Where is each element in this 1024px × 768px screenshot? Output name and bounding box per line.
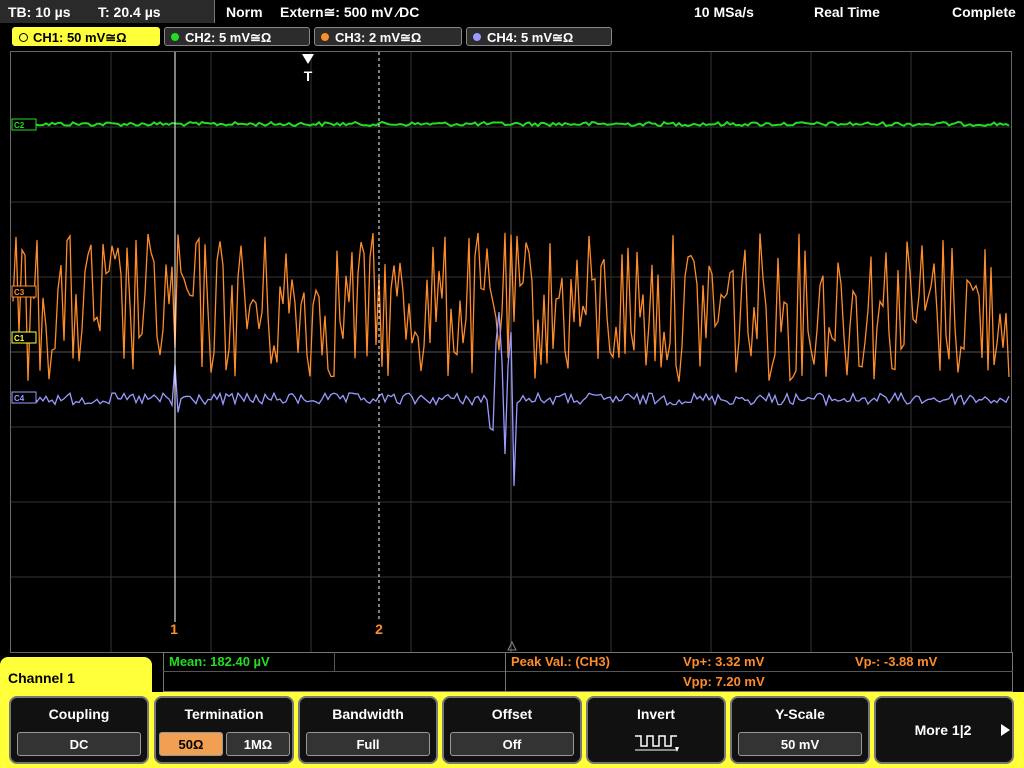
trigger-marker-icon[interactable] xyxy=(302,54,314,64)
ch2-dot-icon xyxy=(171,33,179,41)
tab-ch2-label: CH2: 5 mV≅Ω xyxy=(185,30,272,45)
invert-waveform-icon xyxy=(635,735,679,752)
waveform-display[interactable]: T 1 2 C2 C3 C1 C4 xyxy=(10,51,1012,653)
ch3-dot-icon xyxy=(321,33,329,41)
peak-value-title[interactable]: Peak Val.: (CH3) xyxy=(511,654,610,669)
tab-ch4[interactable]: CH4: 5 mV≅Ω xyxy=(466,27,612,46)
arrow-right-icon xyxy=(1001,724,1010,736)
termination-1mohm-option[interactable]: 1MΩ xyxy=(226,732,290,756)
acquisition-mode: Real Time xyxy=(814,4,880,20)
ch3-marker[interactable]: C3 xyxy=(11,285,37,298)
center-marker-icon xyxy=(507,640,517,651)
bandwidth-value[interactable]: Full xyxy=(306,732,430,756)
panel-title: Channel 1 xyxy=(0,657,152,697)
tab-ch3-label: CH3: 2 mV≅Ω xyxy=(335,30,422,45)
ch3-marker-label: C3 xyxy=(14,288,25,297)
yscale-softkey[interactable]: Y-Scale 50 mV xyxy=(730,696,870,764)
tab-ch1[interactable]: CH1: 50 mV≅Ω xyxy=(12,27,160,46)
coupling-softkey[interactable]: Coupling DC xyxy=(9,696,149,764)
coupling-value[interactable]: DC xyxy=(17,732,141,756)
timebase-readout[interactable]: TB: 10 µs xyxy=(8,0,71,24)
tab-ch2[interactable]: CH2: 5 mV≅Ω xyxy=(164,27,310,46)
softkey-bar: Coupling DC Termination 50Ω 1MΩ Bandwidt… xyxy=(0,692,1024,768)
acquisition-status: Complete xyxy=(952,4,1016,20)
trigger-position-readout[interactable]: T: 20.4 µs xyxy=(98,0,161,24)
coupling-title: Coupling xyxy=(48,706,110,722)
tab-ch3[interactable]: CH3: 2 mV≅Ω xyxy=(314,27,462,46)
ch1-circle-icon xyxy=(19,33,28,42)
ch1-marker[interactable]: C1 xyxy=(11,331,37,344)
vp-plus-measurement: Vp+: 3.32 mV xyxy=(683,654,765,669)
yscale-value[interactable]: 50 mV xyxy=(738,732,862,756)
termination-50ohm-option[interactable]: 50Ω xyxy=(159,732,223,756)
cursor-2-label: 2 xyxy=(375,621,383,637)
ch4-marker-label: C4 xyxy=(14,394,25,403)
offset-value[interactable]: Off xyxy=(450,732,574,756)
yscale-title: Y-Scale xyxy=(775,706,825,722)
vpp-measurement: Vpp: 7.20 mV xyxy=(683,674,765,689)
measurement-panel: Mean: 182.40 µV Peak Val.: (CH3) Vp+: 3.… xyxy=(163,652,1013,692)
termination-softkey[interactable]: Termination 50Ω 1MΩ xyxy=(154,696,294,764)
invert-title: Invert xyxy=(636,706,676,722)
invert-softkey[interactable]: Invert xyxy=(586,696,726,764)
waveform-canvas[interactable]: T 1 2 C2 C3 C1 C4 xyxy=(11,52,1011,652)
status-bar: TB: 10 µs T: 20.4 µs Norm Extern≅: 500 m… xyxy=(0,0,1024,24)
mean-measurement[interactable]: Mean: 182.40 µV xyxy=(169,654,270,669)
ch4-dot-icon xyxy=(473,33,481,41)
tab-ch1-label: CH1: 50 mV≅Ω xyxy=(33,30,127,45)
bandwidth-softkey[interactable]: Bandwidth Full xyxy=(298,696,438,764)
channel-tabs: CH1: 50 mV≅Ω CH2: 5 mV≅Ω CH3: 2 mV≅Ω CH4… xyxy=(0,25,1024,47)
more-softkey[interactable]: More 1|2 xyxy=(874,696,1014,764)
termination-title: Termination xyxy=(184,706,264,722)
cursor-1-label: 1 xyxy=(170,621,178,637)
ch2-marker[interactable]: C2 xyxy=(11,118,37,131)
more-label: More 1|2 xyxy=(914,722,972,738)
ch1-marker-label: C1 xyxy=(14,334,25,343)
tab-ch4-label: CH4: 5 mV≅Ω xyxy=(487,30,574,45)
vp-minus-measurement: Vp-: -3.88 mV xyxy=(855,654,938,669)
ch2-marker-label: C2 xyxy=(14,121,25,130)
trigger-mode[interactable]: Norm xyxy=(226,0,263,24)
ch4-marker[interactable]: C4 xyxy=(11,391,37,404)
trigger-source[interactable]: Extern≅: 500 mV ⁄DC xyxy=(280,0,419,24)
offset-softkey[interactable]: Offset Off xyxy=(442,696,582,764)
sample-rate: 10 MSa/s xyxy=(694,4,754,20)
trigger-marker-label: T xyxy=(304,68,313,84)
offset-title: Offset xyxy=(491,706,533,722)
bandwidth-title: Bandwidth xyxy=(332,706,404,722)
